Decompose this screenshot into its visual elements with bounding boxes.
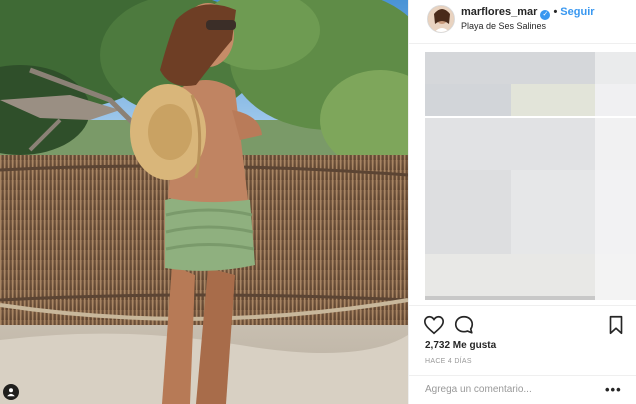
user-tag-icon[interactable]: [3, 384, 19, 400]
more-options-icon[interactable]: •••: [605, 382, 622, 397]
blurred-comment: [425, 118, 595, 170]
blurred-comment: [425, 52, 595, 84]
comment-input[interactable]: [425, 384, 595, 395]
bookmark-icon[interactable]: [605, 314, 627, 336]
username-row: marflores_mar ✓ • Seguir: [461, 6, 595, 20]
blurred-comment: [595, 254, 636, 300]
comment-icon[interactable]: [453, 314, 475, 336]
comments-area: [409, 50, 636, 302]
blurred-comment: [425, 84, 511, 116]
post-header: marflores_mar ✓ • Seguir Playa de Ses Salin…: [409, 0, 636, 44]
avatar[interactable]: [427, 5, 455, 33]
blurred-comment: [595, 170, 636, 254]
blurred-comment: [595, 52, 636, 84]
likes-count[interactable]: 2,732 Me gusta: [425, 340, 496, 351]
blurred-comment: [595, 118, 636, 170]
timestamp[interactable]: HACE 4 DÍAS: [425, 358, 472, 365]
post-actions: 2,732 Me gusta HACE 4 DÍAS •••: [409, 305, 636, 404]
heart-icon[interactable]: [423, 314, 445, 336]
post-photo[interactable]: [0, 0, 408, 404]
username-link[interactable]: marflores_mar: [461, 6, 537, 18]
blurred-comment: [511, 170, 595, 254]
separator-dot: •: [553, 6, 558, 18]
beach-photo-image: [0, 0, 408, 404]
blurred-comment: [425, 170, 511, 254]
location-link[interactable]: Playa de Ses Salines: [461, 21, 546, 31]
blurred-comment: [595, 84, 636, 116]
blurred-comment: [425, 296, 595, 300]
blurred-comment: [425, 254, 595, 300]
blurred-comment: [511, 84, 595, 116]
follow-button[interactable]: Seguir: [560, 6, 594, 18]
post-side-panel: marflores_mar ✓ • Seguir Playa de Ses Salin…: [408, 0, 636, 404]
verified-icon: ✓: [540, 10, 551, 20]
comment-bar: •••: [409, 375, 636, 404]
